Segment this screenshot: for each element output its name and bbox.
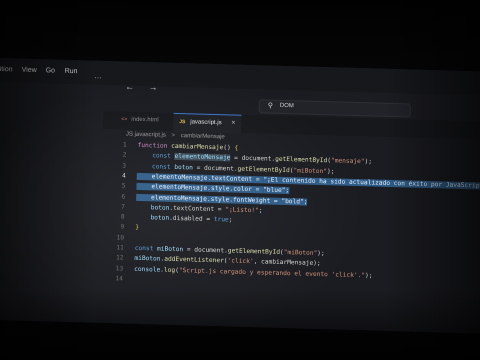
code-token: "miBoton" [283, 248, 318, 257]
code-token: 'click' [227, 257, 254, 266]
close-tab-icon[interactable]: × [231, 119, 235, 126]
menu-item-view[interactable]: View [22, 67, 37, 74]
code-token: cambiarMensaje [171, 142, 224, 152]
code-editor[interactable]: 1 2 3 4 5 6 7 8 9 10 11 12 13 14 function cambiarMens… [87, 141, 480, 344]
line-number-gutter: 1 2 3 4 5 6 7 8 9 10 11 12 13 14 [93, 141, 126, 282]
line-number: 1 [122, 141, 127, 149]
code-token: ); [317, 249, 325, 258]
menu-item-edition[interactable]: ition [0, 66, 13, 73]
code-token: "Script.js cargado y esperando el evento… [178, 266, 366, 279]
line-number: 5 [121, 182, 126, 190]
code-token: = document. [183, 246, 228, 255]
search-text: DOM [279, 102, 294, 110]
code-token: { [234, 144, 239, 152]
code-token: "miBoton" [293, 166, 328, 175]
code-token: boton [174, 163, 194, 172]
code-token: elementoMensaje [136, 183, 208, 193]
code-line: boton.textContent = "¡Listo!"; [135, 203, 263, 215]
code-area[interactable]: function cambiarMensaje() { const elemen… [134, 142, 480, 279]
code-token: } [135, 224, 140, 232]
line-number: 9 [120, 223, 125, 231]
breadcrumb-symbol[interactable]: cambiarMensaje [181, 133, 225, 140]
line-number: 6 [121, 192, 126, 201]
line-number: 4 [121, 172, 126, 180]
menu-item-run[interactable]: Run [65, 68, 78, 75]
code-token: miBoton [156, 245, 184, 254]
forward-arrow-icon[interactable]: → [149, 82, 158, 92]
code-token: ; [258, 207, 263, 215]
code-token: true [213, 216, 229, 224]
line-number: 14 [115, 275, 123, 283]
code-token: .textContent = [207, 174, 264, 184]
nav-arrows: ← → [125, 82, 158, 93]
code-line: } [135, 224, 139, 231]
code-token: ); [326, 167, 335, 175]
code-token: const [137, 152, 175, 161]
code-token: () [223, 144, 235, 152]
code-token: elementoMensaje [174, 153, 231, 162]
line-number: 2 [122, 151, 127, 159]
code-token: console [134, 265, 161, 274]
line-number: 10 [116, 234, 125, 242]
menu-overflow-icon[interactable]: ··· [94, 75, 101, 82]
html-file-icon: <> [121, 116, 128, 123]
code-token: getElementById [275, 156, 328, 165]
code-token: , cambiarMensaje); [253, 258, 321, 268]
code-token: .style.color = [207, 185, 264, 194]
command-center-search[interactable]: ⚲ DOM [258, 99, 411, 118]
code-token: elementoMensaje [136, 172, 208, 182]
tab-label: javascript.js [190, 119, 222, 127]
menu-item-go[interactable]: Go [46, 67, 56, 74]
line-number: 13 [115, 264, 124, 273]
back-arrow-icon[interactable]: ← [125, 82, 134, 92]
code-token: getElementById [227, 247, 281, 256]
vscode-window: ition View Go Run ··· ← → ⚲ DOM <> index… [0, 58, 480, 336]
line-number: 11 [116, 244, 124, 252]
code-token: "mensaje" [330, 157, 365, 166]
code-token: .disabled = [169, 214, 214, 224]
code-token: const [136, 162, 175, 171]
code-token: ; [285, 187, 290, 195]
code-token: ); [364, 271, 373, 280]
line-number: 7 [121, 203, 125, 211]
code-token: boton [135, 213, 170, 222]
tab-javascript-js[interactable]: JS javascript.js × [173, 112, 242, 134]
code-token: "¡El contenido ha sido actualizado con é… [263, 176, 480, 190]
code-token: ; [303, 198, 308, 206]
search-icon: ⚲ [267, 102, 274, 110]
line-number: 3 [122, 162, 127, 170]
breadcrumb-file[interactable]: JS javascript.js [126, 132, 166, 139]
js-file-icon: JS [179, 119, 186, 126]
code-token: const [134, 244, 158, 253]
line-number: 8 [120, 213, 125, 221]
breadcrumb-separator: > [171, 132, 176, 139]
code-token: "blue" [262, 186, 286, 195]
code-line: elementoMensaje.style.fontWeight = "bold… [136, 193, 308, 206]
code-line: elementoMensaje.style.color = "blue"; [136, 183, 290, 195]
code-token: elementoMensaje [136, 193, 208, 203]
code-token: = document. [192, 164, 238, 173]
code-token: "bold" [281, 197, 304, 206]
code-line: function cambiarMensaje() { [138, 142, 239, 152]
line-number: 12 [115, 254, 124, 262]
code-token: boton [135, 203, 170, 212]
menubar: ition View Go Run ··· [0, 58, 480, 98]
code-token: .textContent = [169, 204, 226, 214]
code-token: getElementById [237, 165, 290, 174]
tab-label: index.html [131, 116, 159, 124]
code-token: .style.fontWeight = [206, 195, 282, 205]
tab-index-html[interactable]: <> index.html [113, 111, 171, 131]
code-token: miBoton [134, 255, 161, 263]
code-token: "¡Listo!" [225, 206, 259, 215]
code-token: log [163, 266, 176, 274]
code-token: addEventListener [164, 255, 224, 265]
code-token: = document. [230, 154, 276, 164]
code-line: console.log("Script.js cargado y esperan… [134, 265, 373, 279]
code-token: ; [228, 216, 233, 224]
code-token: ); [364, 158, 373, 166]
code-line: boton.disabled = true; [135, 213, 233, 224]
code-token: function [137, 141, 172, 150]
